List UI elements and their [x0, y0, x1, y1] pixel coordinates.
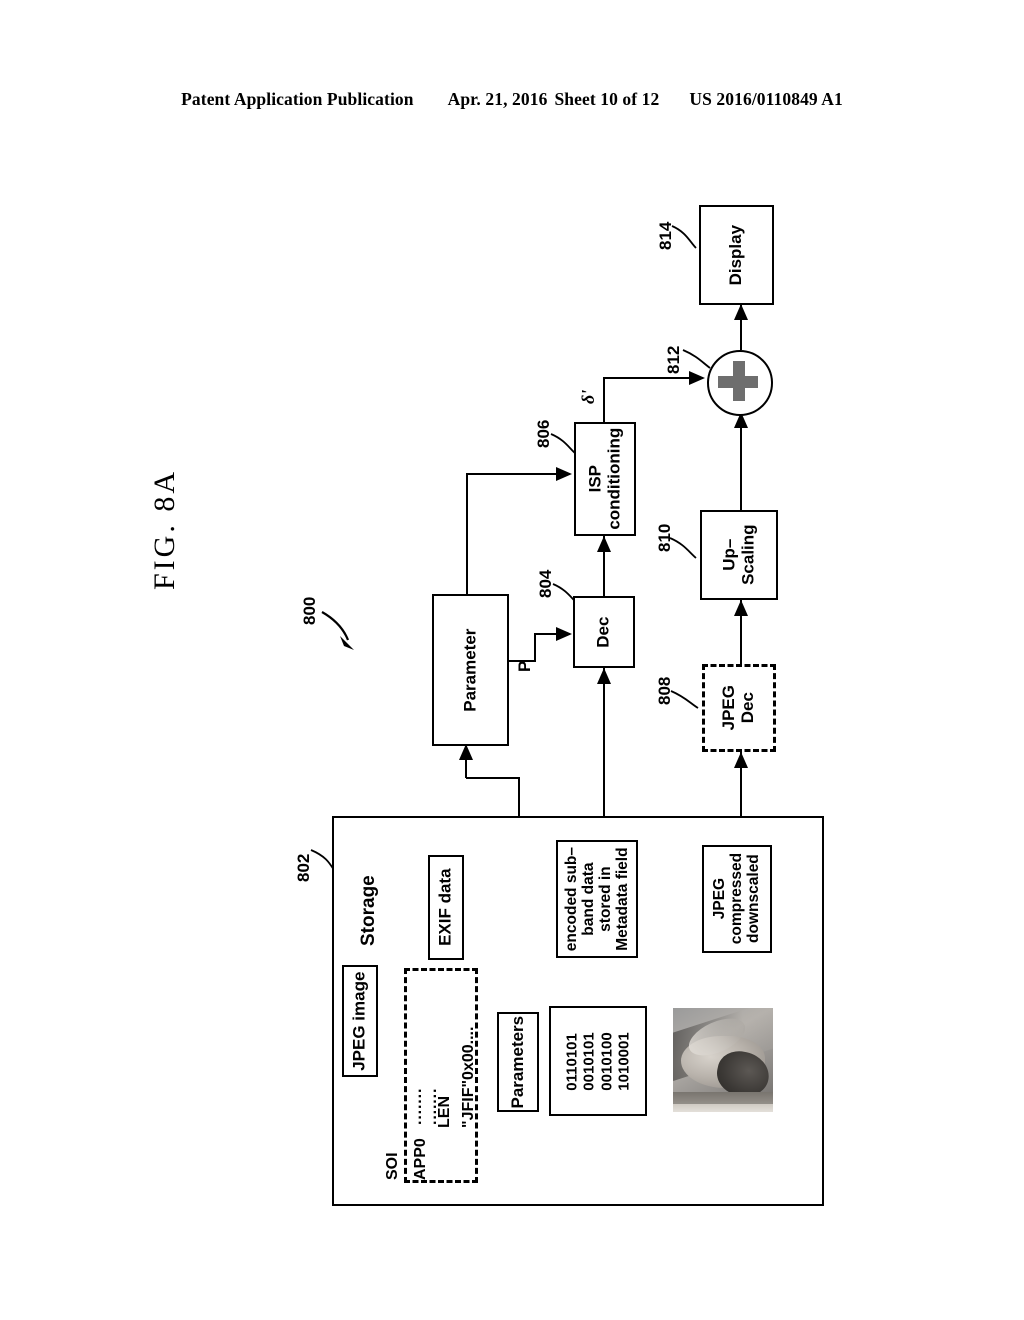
storage-item-exif-data[interactable]: EXIF data [428, 855, 464, 960]
line-param-to-isp-h [466, 473, 570, 476]
leader-802 [310, 849, 335, 871]
leader-806 [550, 433, 577, 455]
line-adder-to-display [740, 304, 743, 350]
signal-p: P [515, 660, 534, 672]
bit-line-2: 0010100 [598, 1031, 615, 1091]
line-jpegcomp-to-jpegdec [740, 752, 743, 816]
block-display-label: Display [726, 224, 746, 286]
storage-item-jpeg-compressed[interactable]: JPEG compressed downscaled [702, 845, 772, 953]
ref-814: 814 [656, 221, 675, 250]
storage-item-jpeg-compressed-label: JPEG compressed downscaled [711, 853, 763, 945]
block-parameter-label: Parameter [460, 628, 480, 712]
header-publication-type: Patent Application Publication [181, 88, 414, 109]
block-isp-conditioning[interactable]: ISP conditioning [574, 422, 636, 536]
bit-line-1: 0010101 [580, 1031, 598, 1091]
line-jpegdec-to-upscaling [740, 600, 743, 664]
storage-item-jpeg-image[interactable]: JPEG image [342, 965, 378, 1077]
storage-item-bitstream[interactable]: 0110101 0010101 0010100 1010001 [549, 1006, 647, 1116]
marker-soi: SOI [384, 1152, 401, 1180]
block-dec-label: Dec [593, 616, 613, 648]
block-parameter[interactable]: Parameter [432, 594, 509, 746]
figure-label: FIG. 8A [148, 468, 181, 590]
block-jpeg-dec-label: JPEG Dec [719, 685, 757, 731]
line-params-up-2 [465, 744, 468, 778]
line-p-up [534, 634, 537, 662]
storage-item-parameters[interactable]: Parameters [497, 1012, 539, 1112]
bit-line-3: 1010001 [615, 1031, 633, 1091]
line-params-up-1 [518, 778, 521, 816]
header-publication-number: US 2016/0110849 A1 [689, 88, 843, 109]
marker-app0: APP0 [412, 1138, 429, 1180]
marker-len: LEN [436, 1096, 453, 1128]
leader-808 [670, 690, 699, 709]
ref-804: 804 [536, 569, 555, 598]
header-sheet: Sheet 10 of 12 [554, 88, 660, 109]
signal-delta-prime: δ' [578, 389, 598, 404]
ref-802: 802 [294, 853, 313, 882]
page-header: Patent Application Publication Apr. 21, … [0, 84, 1024, 114]
leader-812 [682, 349, 711, 369]
line-delta-to-adder [603, 377, 703, 380]
storage-item-exif-label: EXIF data [435, 868, 455, 947]
line-isp-delta-up [603, 378, 606, 422]
ref-800: 800 [300, 596, 319, 625]
marker-jfif: "JFIF"0x00.... [460, 1026, 477, 1128]
ref-806: 806 [534, 419, 553, 448]
line-p-to-dec [534, 633, 570, 636]
storage-item-jpeg-image-label: JPEG image [349, 971, 369, 1071]
storage-thumbnail-image [673, 1008, 773, 1112]
line-dec-to-isp [603, 536, 606, 596]
header-date: Apr. 21, 2016 [447, 88, 548, 109]
ref-808: 808 [655, 676, 674, 705]
storage-item-subband-data[interactable]: encoded sub– band data stored in Metadata f… [556, 840, 638, 958]
line-upscaling-to-adder [740, 412, 743, 510]
block-dec[interactable]: Dec [573, 596, 635, 668]
block-isp-label: ISP conditioning [585, 428, 624, 530]
block-upscaling-label: Up– Scaling [719, 524, 757, 586]
adder-node[interactable] [707, 350, 773, 416]
bit-line-0: 0110101 [563, 1032, 581, 1091]
storage-title: Storage [358, 875, 379, 946]
storage-item-parameters-label: Parameters [507, 1015, 527, 1109]
line-subband-to-dec [603, 668, 606, 816]
ref-812: 812 [664, 345, 683, 374]
bitstream-lines: 0110101 0010101 0010100 1010001 [564, 1032, 633, 1090]
block-display[interactable]: Display [699, 205, 774, 305]
ref-810: 810 [655, 523, 674, 552]
block-upscaling[interactable]: Up– Scaling [700, 510, 778, 600]
line-param-to-isp-v [466, 474, 469, 594]
storage-item-subband-label: encoded sub– band data stored in Metadata f… [562, 846, 632, 952]
line-params-left [466, 777, 520, 780]
block-jpeg-dec[interactable]: JPEG Dec [702, 664, 776, 752]
